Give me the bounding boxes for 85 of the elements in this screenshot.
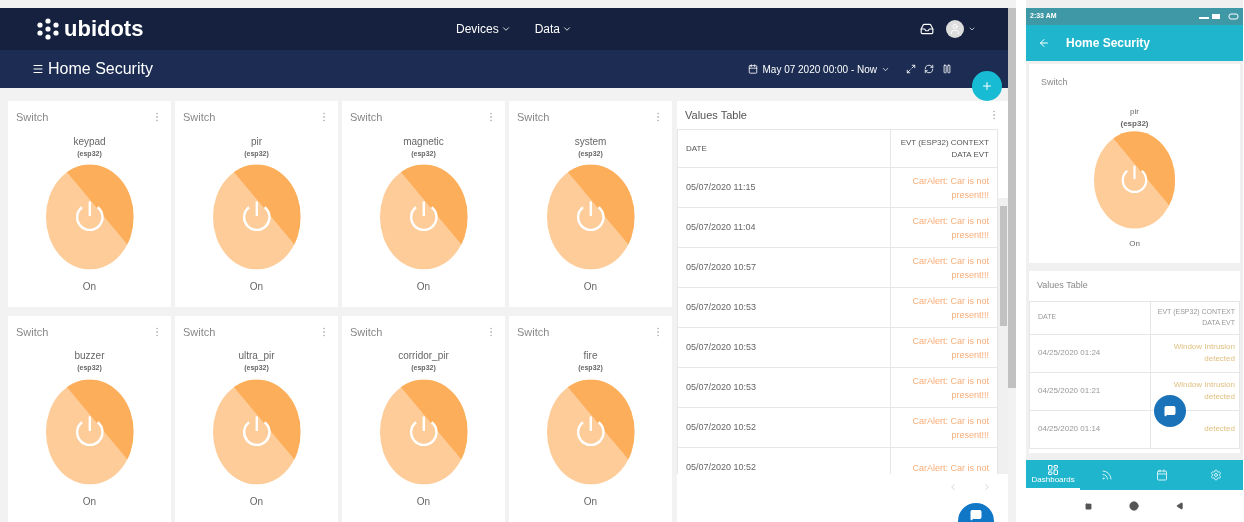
next-page-icon[interactable] <box>982 482 992 492</box>
variable-name: pir <box>1130 105 1139 118</box>
chat-icon <box>1164 405 1176 417</box>
pause-icon[interactable] <box>942 64 952 74</box>
table-cell-text: CarAlert: Car is not present!!! <box>911 414 990 442</box>
chat-icon <box>970 509 982 521</box>
add-widget-button[interactable] <box>972 71 1002 101</box>
widget-title: Switch <box>16 110 49 125</box>
switch-state: On <box>249 494 264 509</box>
variable-name: system <box>574 134 607 149</box>
variable-name: keypad <box>73 134 106 149</box>
calendar-icon <box>748 64 759 74</box>
variable-name: pir <box>250 134 263 149</box>
previous-page-icon[interactable] <box>948 482 958 492</box>
app-title: Home Security <box>1066 35 1151 52</box>
nav-menu[interactable]: Devices <box>456 20 511 38</box>
table-cell-text: Window Intrusion detected <box>1172 341 1235 365</box>
table-cell: 05/07/2020 10:53 <box>678 368 891 407</box>
switch-state: On <box>583 280 598 294</box>
calendar-icon <box>1155 469 1168 481</box>
variable-name: magnetic <box>403 134 444 149</box>
column-header: DATE <box>678 130 891 167</box>
fullscreen-icon[interactable] <box>906 64 916 74</box>
variable-name: corridor_pir <box>398 349 449 363</box>
date-range-picker[interactable]: May 07 2020 00:00 - Now <box>748 61 890 77</box>
widget-title: Switch <box>517 324 550 340</box>
widget-title: Values Table <box>685 107 747 123</box>
nav-menu[interactable]: Data <box>534 20 573 38</box>
logo-icon <box>36 17 60 41</box>
table-cell: 05/07/2020 11:15 <box>678 168 891 207</box>
refresh-icon[interactable] <box>924 64 934 74</box>
switch-state: On <box>416 280 431 294</box>
widget-title: Values Table <box>1036 279 1089 292</box>
switch-state: On <box>416 494 431 509</box>
logo-text: ubidots <box>64 18 144 40</box>
table-cell: 04/25/2020 01:21 <box>1030 372 1151 410</box>
widget-title: Switch <box>350 324 383 340</box>
column-header: EVT (ESP32) CONTEXT DATA EVT <box>899 136 990 161</box>
table-cell-text: CarAlert: Car is not present!!! <box>911 254 990 282</box>
device-name: (esp32) <box>1120 117 1149 130</box>
table-cell: 04/25/2020 01:14 <box>1030 410 1151 448</box>
switch-state: On <box>583 494 598 509</box>
table-cell: 05/07/2020 11:04 <box>678 208 891 247</box>
widget-title: Switch <box>183 110 216 125</box>
table-cell-text: CarAlert: Car is not present!!! <box>911 174 990 202</box>
table-cell-text: CarAlert: Car is not present!!! <box>911 334 990 362</box>
plus-icon <box>981 80 993 92</box>
variable-name: ultra_pir <box>238 349 275 363</box>
caret-icon <box>500 24 511 34</box>
variable-name: fire <box>583 349 598 363</box>
table-cell: 05/07/2020 10:53 <box>678 288 891 327</box>
table-cell: 05/07/2020 10:57 <box>678 248 891 287</box>
settings-icon <box>1209 469 1222 481</box>
inbox-icon[interactable] <box>920 22 934 36</box>
table-cell-text: CarAlert: Car is not present!!! <box>911 294 990 322</box>
widget-title: Switch <box>16 324 49 340</box>
table-cell-text: CarAlert: Car is not present!!! <box>911 214 990 242</box>
table-cell: 05/07/2020 10:53 <box>678 328 891 367</box>
dashboard-icon <box>1047 464 1060 476</box>
widget-title: Switch <box>517 110 550 125</box>
menu-icon[interactable] <box>32 63 44 75</box>
widget-title: Switch <box>1040 76 1069 89</box>
switch-state: On <box>249 280 264 294</box>
table-cell-text: Window Intrusion detected <box>1172 379 1235 403</box>
back-icon[interactable] <box>1176 502 1185 510</box>
widget-title: Switch <box>350 110 383 125</box>
switch-state: On <box>82 494 97 509</box>
table-cell-text: CarAlert: Car is not <box>911 461 990 474</box>
caret-icon <box>562 24 573 34</box>
table-cell: 05/07/2020 10:52 <box>678 448 891 474</box>
caret-icon[interactable] <box>968 25 976 33</box>
table-cell: 05/07/2020 10:52 <box>678 408 891 447</box>
table-cell: detected <box>1204 423 1235 435</box>
variable-name: buzzer <box>74 349 105 363</box>
recents-icon[interactable] <box>1084 502 1092 510</box>
switch-state: On <box>82 280 97 294</box>
table-cell: 04/25/2020 01:24 <box>1030 334 1151 372</box>
table-cell-text: CarAlert: Car is not present!!! <box>911 374 990 402</box>
dashboard-title[interactable]: Home Security <box>48 57 749 81</box>
avatar[interactable] <box>946 20 964 38</box>
switch-state: On <box>1129 237 1140 250</box>
feed-icon <box>1101 469 1114 481</box>
widget-title: Switch <box>183 324 216 340</box>
status-icons <box>1199 13 1239 20</box>
home-icon[interactable] <box>1129 501 1139 511</box>
